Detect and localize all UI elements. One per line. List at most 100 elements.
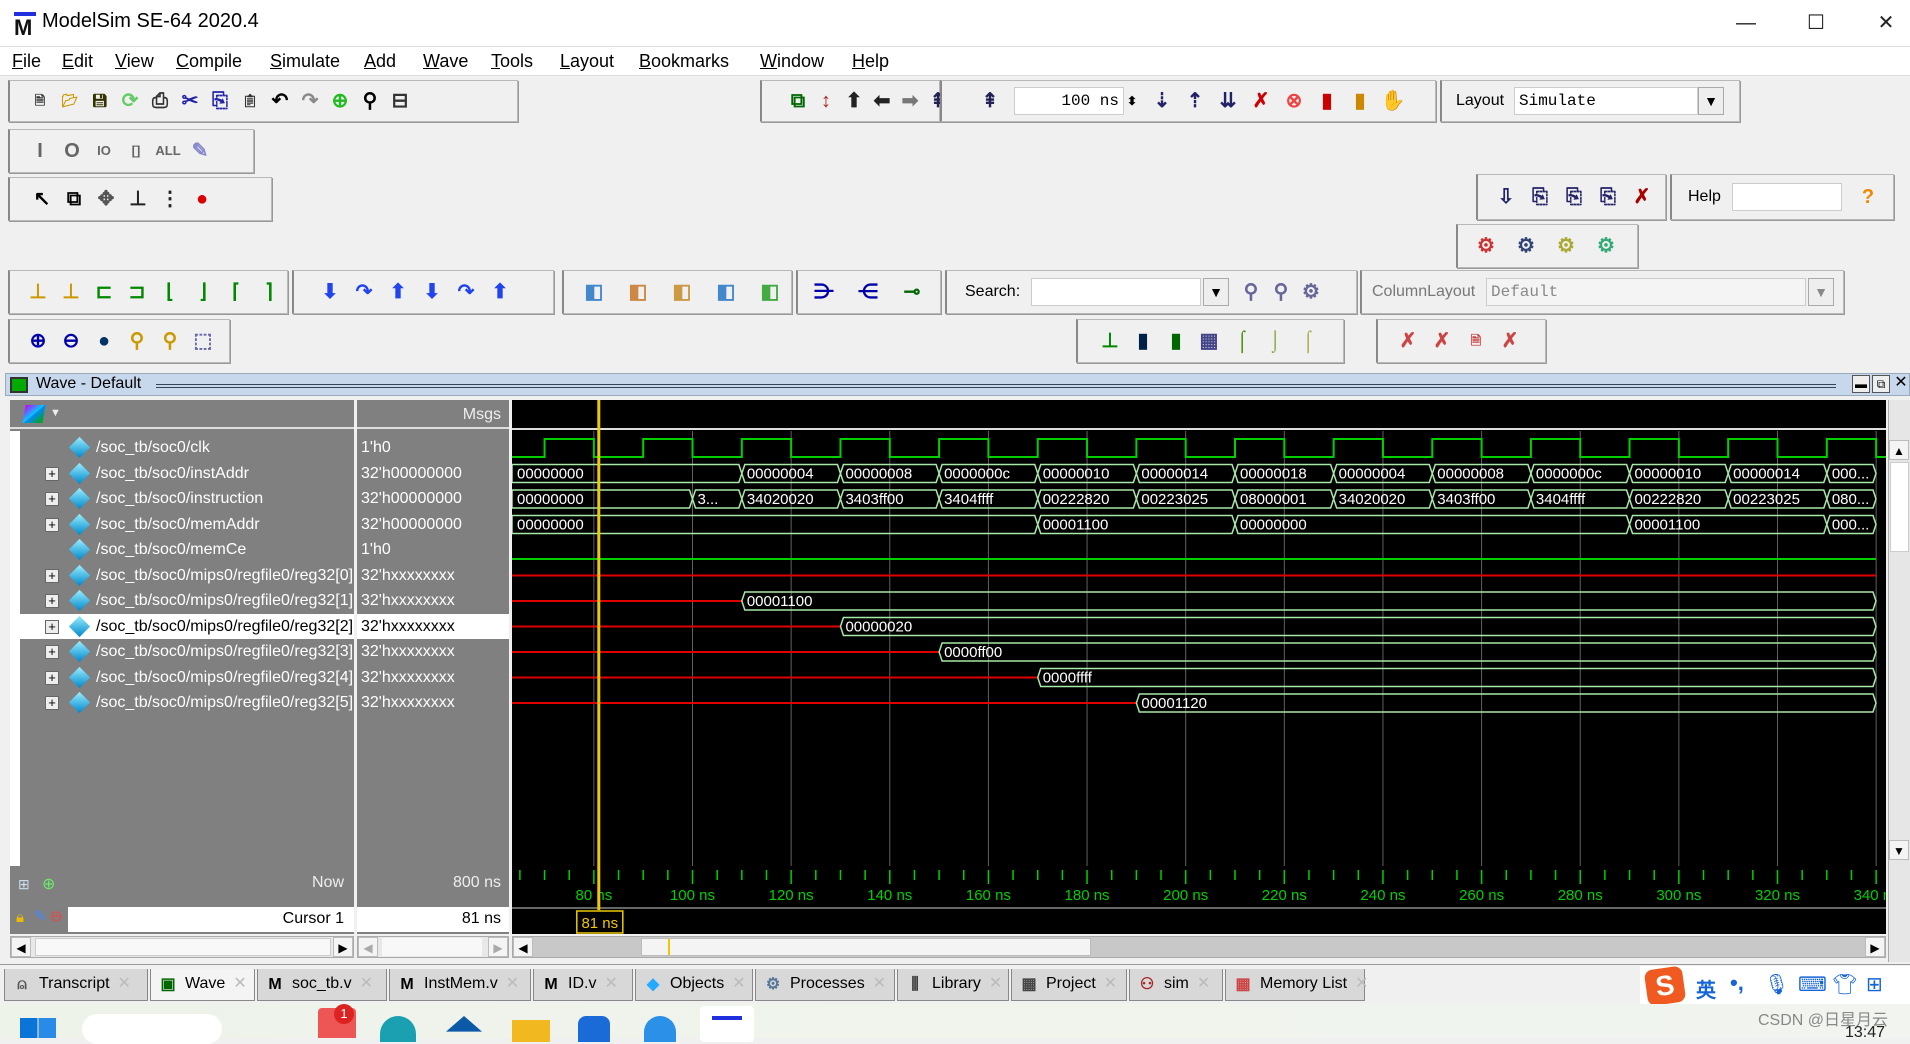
- gear-yellow-button[interactable]: ⚙: [1552, 232, 1580, 260]
- waveform-pane[interactable]: 00000000 00000004 00000008 0000000c 00000010…: [511, 400, 1886, 866]
- continue-button[interactable]: ⇡: [1181, 87, 1209, 115]
- close-tab-icon[interactable]: ✕: [506, 975, 519, 992]
- keyboard-icon[interactable]: ⌨: [1798, 972, 1827, 997]
- prev-rising-button[interactable]: ⌈: [222, 278, 250, 306]
- zoom-in-button[interactable]: ⊕: [24, 327, 52, 355]
- signal-row[interactable]: + /soc_tb/soc0/instAddr: [20, 461, 354, 487]
- hierarchy-button[interactable]: ⊟: [386, 87, 414, 115]
- menu-help[interactable]: Help: [852, 51, 889, 72]
- sogou-logo-icon[interactable]: S: [1643, 965, 1687, 1007]
- chevron-down-icon[interactable]: ▼: [50, 407, 61, 419]
- performance-button[interactable]: ▮: [1313, 87, 1341, 115]
- signal-row[interactable]: + /soc_tb/soc0/mips0/regfile0/reg32[3]: [20, 639, 354, 665]
- cursor-mode-button[interactable]: ⊥: [124, 185, 152, 213]
- close-pane-button[interactable]: ✕: [1892, 375, 1910, 393]
- pan-mode-button[interactable]: ✥: [92, 185, 120, 213]
- menu-add[interactable]: Add: [364, 51, 396, 72]
- tab-wave[interactable]: ▣ Wave ✕: [150, 969, 255, 1001]
- signal-row[interactable]: + /soc_tb/soc0/mips0/regfile0/reg32[4]: [20, 665, 354, 691]
- wave-hscroll[interactable]: ◀ ▶: [512, 936, 1886, 958]
- signal-row[interactable]: + /soc_tb/soc0/mips0/regfile0/reg32[0]: [20, 563, 354, 589]
- new-file-button[interactable]: 🗎: [26, 87, 54, 115]
- tab-memory-list[interactable]: ▦ Memory List ✕: [1225, 969, 1369, 1001]
- minimize-pane-button[interactable]: ▬: [1852, 375, 1870, 393]
- spinner-icon[interactable]: ⬍: [1124, 87, 1140, 115]
- zoom-full-button[interactable]: ●: [90, 327, 118, 355]
- scroll-thumb[interactable]: [382, 938, 482, 956]
- trace-button[interactable]: ⊸: [898, 278, 926, 306]
- scroll-thumb[interactable]: [35, 938, 331, 956]
- scroll-right-icon[interactable]: ▶: [1865, 937, 1885, 957]
- select-mode-button[interactable]: ↖: [28, 185, 56, 213]
- waveform-canvas[interactable]: 00000000 00000004 00000008 0000000c 00000010…: [511, 400, 1886, 866]
- values-hscroll[interactable]: ◀ ▶: [357, 936, 509, 958]
- scroll-up-icon[interactable]: ▲: [1889, 440, 1909, 460]
- taskbar-search[interactable]: [82, 1014, 222, 1044]
- step-down-button[interactable]: ⬇: [316, 278, 344, 306]
- drag-handle[interactable]: [156, 384, 1836, 388]
- zoom-mode-button[interactable]: ⧉: [60, 185, 88, 213]
- names-hscroll[interactable]: ◀ ▶: [10, 936, 354, 958]
- taskbar-app-icon[interactable]: [578, 1016, 610, 1042]
- insert-cursor-button[interactable]: ⊥: [24, 278, 52, 306]
- wave-line-button[interactable]: ⊥: [1096, 327, 1124, 355]
- microphone-icon[interactable]: 🎙︎: [1764, 972, 1789, 997]
- collapse-button[interactable]: ⋲: [854, 278, 882, 306]
- add-icon[interactable]: ⊕: [42, 874, 55, 894]
- menu-edit[interactable]: Edit: [62, 51, 93, 72]
- objects-filter-icon[interactable]: [22, 405, 46, 423]
- chevron-down-icon[interactable]: ▼: [1698, 87, 1724, 115]
- file-explorer-icon[interactable]: [512, 1020, 550, 1042]
- time-axis-canvas[interactable]: 80 ns 100 ns 120 ns 140 ns 160 ns 180 ns 200 n…: [512, 866, 1899, 934]
- close-tab-icon[interactable]: ✕: [873, 975, 886, 992]
- tab-id-v[interactable]: M ID.v ✕: [533, 969, 633, 1001]
- cursor-name[interactable]: Cursor 1: [68, 907, 354, 932]
- taskbar-modelsim-icon[interactable]: [700, 1006, 754, 1042]
- tab-objects[interactable]: ◆ Objects ✕: [635, 969, 753, 1001]
- menu-file[interactable]: File: [12, 51, 41, 72]
- stop-light-button[interactable]: ●: [188, 185, 216, 213]
- hand-button[interactable]: ✋: [1379, 87, 1407, 115]
- signal-row[interactable]: + /soc_tb/soc0/mips0/regfile0/reg32[1]: [20, 588, 354, 614]
- chevron-down-icon[interactable]: ▼: [1808, 278, 1834, 306]
- scroll-thumb[interactable]: [641, 938, 1091, 956]
- next-diff-button[interactable]: ✗: [1428, 327, 1456, 355]
- ime-mode[interactable]: 英: [1696, 974, 1716, 1003]
- scroll-right-icon[interactable]: ▶: [488, 937, 508, 957]
- filter-internal-button[interactable]: []: [122, 137, 150, 165]
- tab-soc-tb-v[interactable]: Msoc_tb.v ✕: [257, 969, 387, 1001]
- restart-button[interactable]: ↕: [812, 87, 840, 115]
- signal-row[interactable]: + /soc_tb/soc0/instruction: [20, 486, 354, 512]
- scroll-left-icon[interactable]: ◀: [358, 937, 378, 957]
- compile-button[interactable]: ⧉: [784, 87, 812, 115]
- expand-button[interactable]: +: [45, 492, 59, 506]
- next-edge-button[interactable]: ⊐: [123, 278, 151, 306]
- add-wave-button[interactable]: ◧: [580, 278, 608, 306]
- expand-button[interactable]: +: [45, 619, 59, 634]
- print-button[interactable]: ⎙: [146, 87, 174, 115]
- menu-bookmarks[interactable]: Bookmarks: [639, 51, 729, 72]
- memory-profile-button[interactable]: ▮: [1346, 87, 1374, 115]
- tab-project[interactable]: ▦ Project ✕: [1011, 969, 1127, 1001]
- filter-inout-button[interactable]: IO: [90, 137, 118, 165]
- expand-button[interactable]: +: [45, 645, 59, 659]
- expand-button[interactable]: ⋺: [810, 278, 838, 306]
- step-up-group-button[interactable]: ⬆: [486, 278, 514, 306]
- apps-icon[interactable]: ⊞: [1866, 972, 1883, 997]
- scroll-thumb[interactable]: [1890, 462, 1909, 552]
- maximize-button[interactable]: ☐: [1786, 6, 1846, 40]
- skin-icon[interactable]: 👕︎: [1832, 972, 1857, 997]
- save-button[interactable]: 💾︎: [86, 87, 114, 115]
- wave-window-header[interactable]: Wave - Default ▬ ⧉ ✕: [5, 373, 1910, 396]
- start-icon[interactable]: [20, 1018, 56, 1038]
- filter-input-button[interactable]: I: [26, 137, 54, 165]
- menu-layout[interactable]: Layout: [560, 51, 614, 72]
- run-length-icon[interactable]: ⇞: [976, 87, 1004, 115]
- column-layout-select[interactable]: Default: [1486, 278, 1806, 306]
- step-out-button[interactable]: ⎘: [1560, 183, 1588, 211]
- tab-processes[interactable]: ⚙ Processes ✕: [755, 969, 895, 1001]
- step-over-group-button[interactable]: ↷: [452, 278, 480, 306]
- expand-button[interactable]: +: [45, 696, 59, 710]
- close-tab-icon[interactable]: ✕: [989, 975, 1002, 992]
- remove-wave-button[interactable]: ◧: [624, 278, 652, 306]
